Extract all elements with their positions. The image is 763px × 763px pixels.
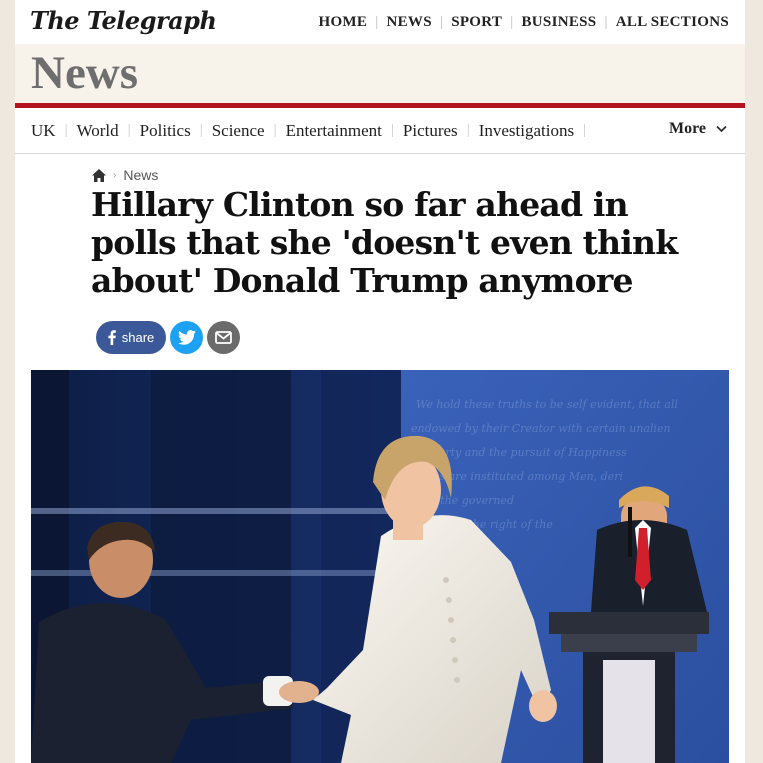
- facebook-share-label: share: [121, 330, 155, 345]
- subnav-item-investigations[interactable]: Investigations: [479, 121, 574, 141]
- article-headline: Hillary Clinton so far ahead in polls th…: [91, 185, 678, 300]
- page: The Telegraph HOME | NEWS | SPORT | BUSI…: [15, 0, 745, 763]
- subnav-separator: |: [390, 122, 394, 138]
- section-subnav: UK | World | Politics | Science | Entert…: [15, 108, 745, 154]
- nav-news[interactable]: NEWS: [387, 14, 432, 31]
- share-bar: share: [96, 321, 240, 354]
- nav-separator: |: [510, 14, 514, 30]
- nav-separator: |: [375, 14, 379, 30]
- subnav-item-world[interactable]: World: [77, 121, 119, 141]
- facebook-icon: [108, 330, 116, 345]
- subnav-separator: |: [199, 122, 203, 138]
- svg-text:Liberty and the pursuit of Hap: Liberty and the pursuit of Happiness: [420, 446, 627, 459]
- svg-text:We hold these truths to be sel: We hold these truths to be self evident,…: [416, 398, 678, 411]
- subnav-item-politics[interactable]: Politics: [140, 121, 191, 141]
- nav-all-sections[interactable]: ALL SECTIONS: [616, 14, 729, 31]
- svg-text:endowed by their Creator with: endowed by their Creator with certain un…: [411, 422, 671, 435]
- subnav-separator: |: [273, 122, 277, 138]
- subnav-separator: |: [127, 122, 131, 138]
- subnav-item-entertainment[interactable]: Entertainment: [286, 121, 382, 141]
- home-icon[interactable]: [92, 168, 106, 182]
- debate-stage-photo: We hold these truths to be self evident,…: [31, 370, 729, 763]
- facebook-share-button[interactable]: share: [96, 321, 166, 354]
- twitter-icon: [177, 330, 196, 345]
- more-menu-button[interactable]: More: [669, 120, 727, 138]
- nav-business[interactable]: BUSINESS: [522, 14, 597, 31]
- chevron-down-icon: [716, 125, 727, 133]
- breadcrumb-section[interactable]: News: [123, 167, 158, 183]
- subnav-separator: |: [466, 122, 470, 138]
- nav-separator: |: [439, 14, 444, 30]
- subnav-item-uk[interactable]: UK: [31, 121, 56, 141]
- nav-separator: |: [604, 14, 608, 30]
- more-label: More: [668, 120, 706, 137]
- twitter-share-button[interactable]: [170, 321, 203, 354]
- email-share-button[interactable]: [207, 321, 240, 354]
- subnav-separator: |: [583, 122, 587, 138]
- subnav-separator: |: [64, 122, 68, 138]
- breadcrumb-chevron-icon: ›: [113, 169, 117, 181]
- nav-home[interactable]: HOME: [318, 14, 367, 31]
- section-header: News: [15, 44, 745, 103]
- telegraph-logo[interactable]: The Telegraph: [30, 6, 217, 35]
- subnav-item-pictures[interactable]: Pictures: [403, 121, 458, 141]
- nav-sport[interactable]: SPORT: [451, 14, 502, 31]
- top-nav: HOME | NEWS | SPORT | BUSINESS | ALL SEC…: [318, 14, 729, 31]
- masthead: The Telegraph HOME | NEWS | SPORT | BUSI…: [15, 0, 745, 44]
- envelope-icon: [215, 331, 232, 344]
- lead-photo: We hold these truths to be self evident,…: [31, 370, 729, 763]
- subnav-item-science[interactable]: Science: [212, 121, 265, 141]
- section-title[interactable]: News: [31, 46, 138, 100]
- breadcrumb: › News: [92, 167, 158, 183]
